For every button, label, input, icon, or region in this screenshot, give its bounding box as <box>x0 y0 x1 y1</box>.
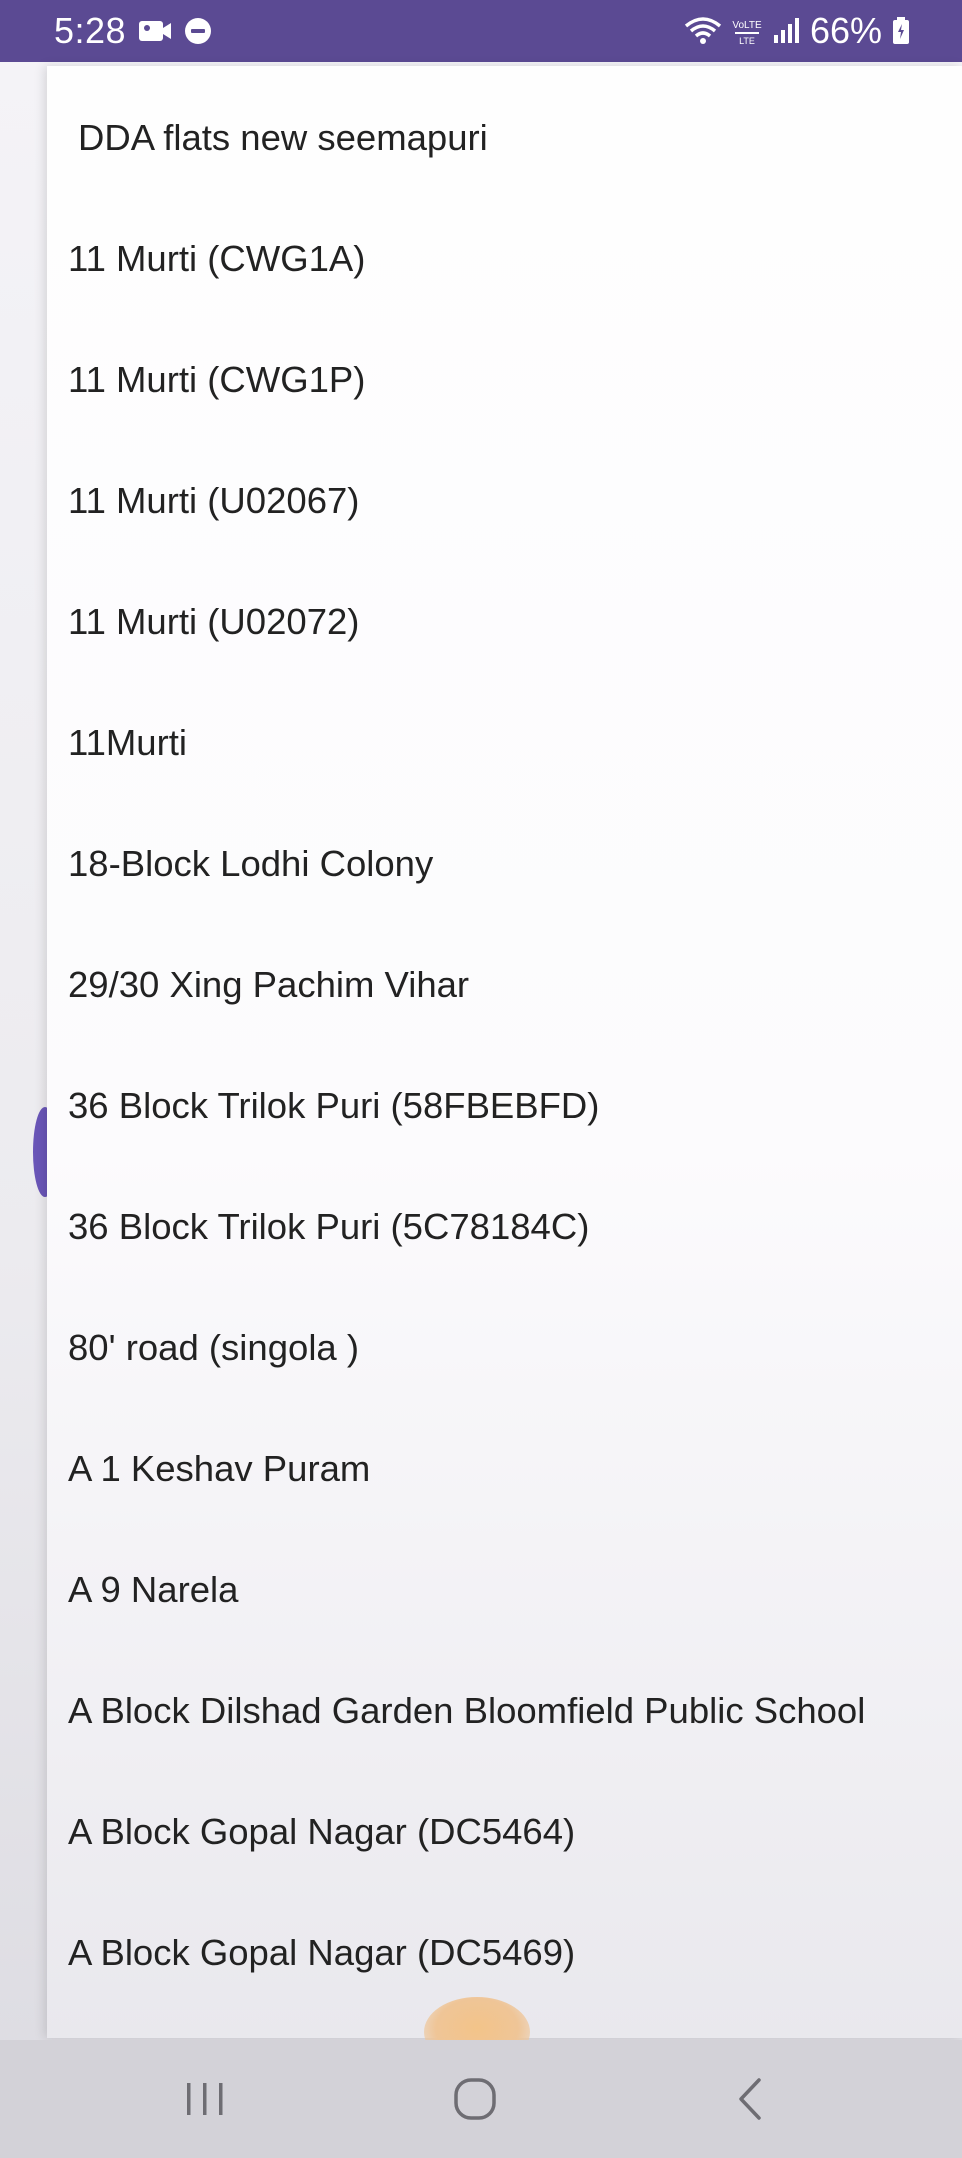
dropdown-item[interactable]: 80' road (singola ) <box>47 1287 962 1408</box>
back-icon <box>733 2076 767 2122</box>
video-camera-icon <box>138 18 172 44</box>
recents-button[interactable] <box>150 2040 260 2158</box>
dropdown-item[interactable]: 18-Block Lodhi Colony <box>47 803 962 924</box>
recents-icon <box>183 2079 227 2119</box>
dropdown-item[interactable]: 29/30 Xing Pachim Vihar <box>47 924 962 1045</box>
dropdown-item[interactable]: 36 Block Trilok Puri (58FBEBFD) <box>47 1045 962 1166</box>
location-dropdown-list[interactable]: DDA flats new seemapuri 11 Murti (CWG1A)… <box>47 66 962 2038</box>
home-button[interactable] <box>420 2040 530 2158</box>
battery-icon <box>892 17 910 45</box>
dropdown-item[interactable]: A 1 Keshav Puram <box>47 1408 962 1529</box>
dropdown-item[interactable]: 11 Murti (U02067) <box>47 440 962 561</box>
dropdown-item[interactable]: A 9 Narela <box>47 1529 962 1650</box>
battery-percentage: 66% <box>809 10 882 51</box>
dropdown-item[interactable]: DDA flats new seemapuri <box>47 77 962 198</box>
dropdown-item[interactable]: 11Murti <box>47 682 962 803</box>
dropdown-item[interactable]: A Block Dilshad Garden Bloomfield Public… <box>47 1650 962 1771</box>
signal-icon <box>772 17 800 45</box>
status-time: 5:28 <box>54 10 127 51</box>
dropdown-item[interactable]: 11 Murti (CWG1A) <box>47 198 962 319</box>
wifi-icon <box>684 16 722 46</box>
status-left: 5:28 <box>54 0 212 62</box>
dropdown-item[interactable]: A Block Gopal Nagar (DC5464) <box>47 1771 962 1892</box>
status-bar: 5:28 VoLTE LTE 66% <box>0 0 962 62</box>
dropdown-item[interactable]: 36 Block Trilok Puri (5C78184C) <box>47 1166 962 1287</box>
volte-icon: VoLTE LTE <box>732 16 762 46</box>
back-button[interactable] <box>695 2040 805 2158</box>
status-right: VoLTE LTE 66% <box>684 0 910 62</box>
volte-label: VoLTE <box>732 20 762 31</box>
dropdown-item[interactable]: 11 Murti (CWG1P) <box>47 319 962 440</box>
svg-text:LTE: LTE <box>739 36 755 46</box>
dropdown-item[interactable]: A Block Gopal Nagar (DC5469) <box>47 1892 962 2013</box>
navigation-bar <box>0 2040 962 2158</box>
home-icon <box>452 2076 498 2122</box>
dropdown-item[interactable]: 11 Murti (U02072) <box>47 561 962 682</box>
do-not-disturb-icon <box>184 17 212 45</box>
